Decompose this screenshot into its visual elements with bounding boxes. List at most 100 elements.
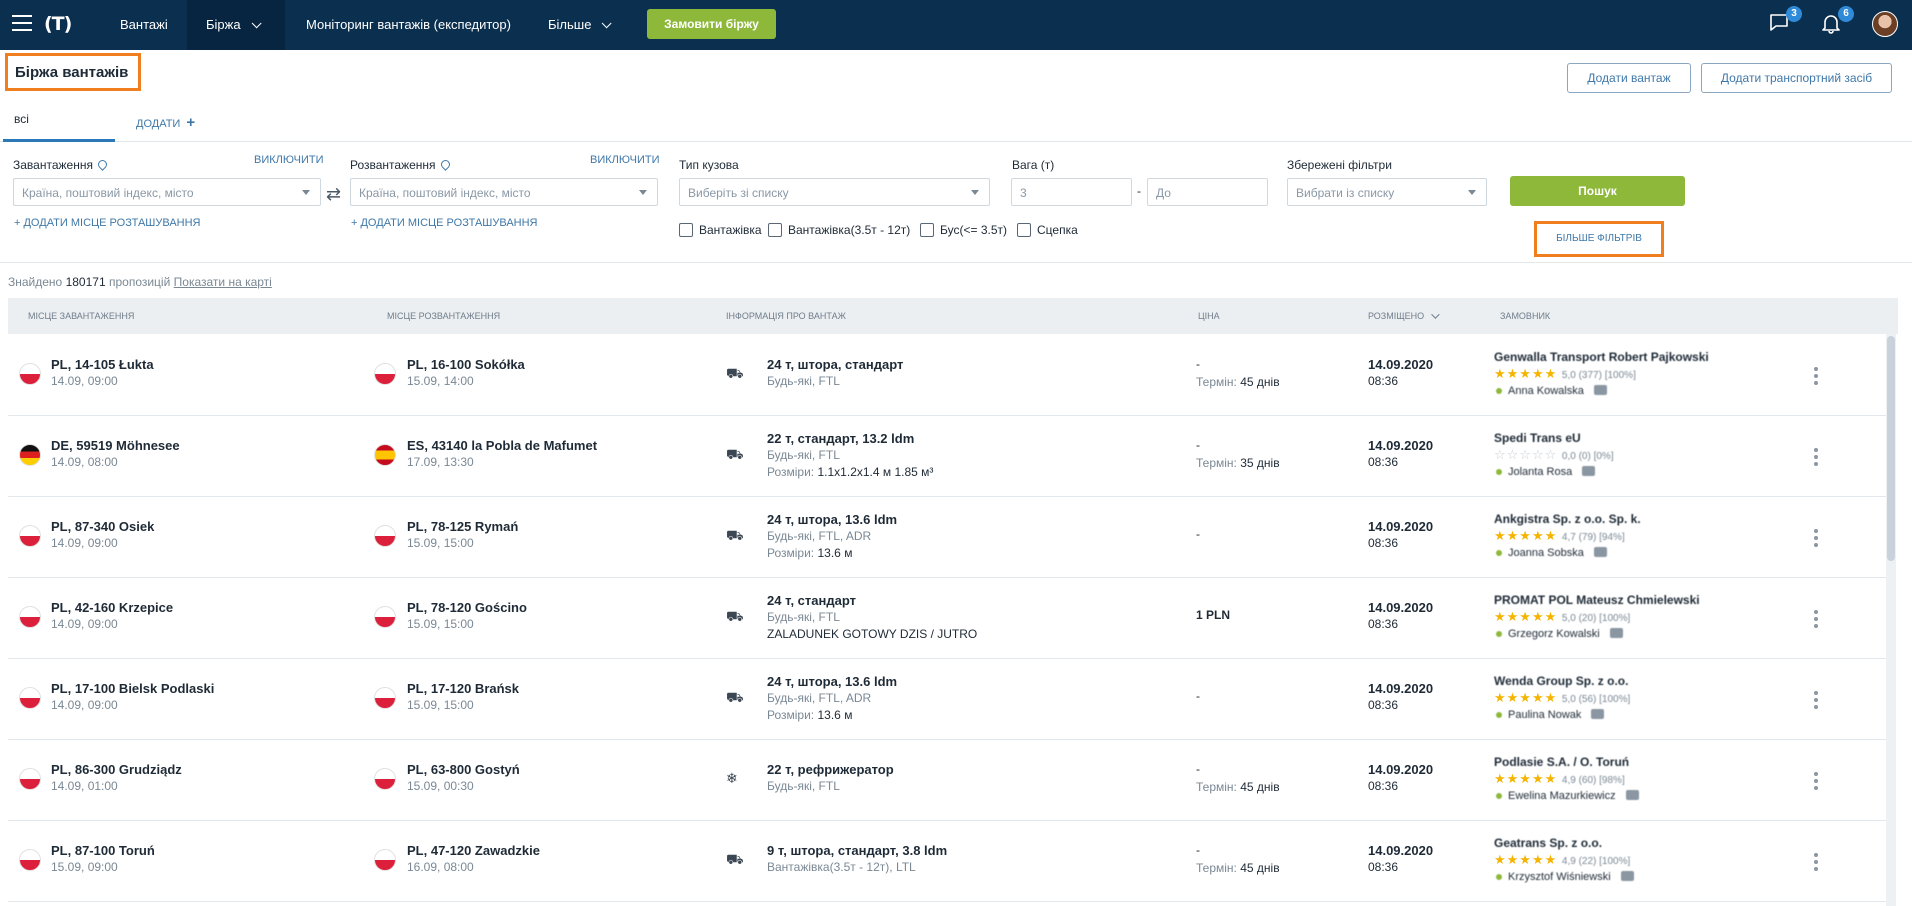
add-loading-location-link[interactable]: + ДОДАТИ МІСЦЕ РОЗТАШУВАННЯ [14, 217, 201, 229]
more-options-icon[interactable] [1814, 529, 1818, 550]
checkbox-box[interactable] [768, 223, 782, 237]
unloading-date: 15.09, 14:00 [407, 374, 474, 388]
column-posted[interactable]: РОЗМІЩЕНО [1368, 310, 1440, 321]
body-type-select[interactable]: Виберіть зі списку [679, 178, 990, 206]
contact-person[interactable]: Krzysztof Wiśniewski [1496, 871, 1634, 883]
contact-person[interactable]: Jolanta Rosa [1496, 466, 1596, 478]
checkbox-truck[interactable]: Вантажівка [679, 223, 762, 237]
more-options-icon[interactable] [1814, 691, 1818, 712]
contact-person[interactable]: Joanna Sobska [1496, 547, 1607, 559]
contact-person[interactable]: Anna Kowalska [1496, 385, 1607, 397]
chat-icon[interactable] [1593, 385, 1607, 395]
contact-person[interactable]: Paulina Nowak [1496, 709, 1605, 721]
checkbox-van[interactable]: Бус(<= 3.5т) [920, 223, 1007, 237]
unloading-place: ES, 43140 la Pobla de Mafumet [407, 438, 598, 453]
nav-item-monitoring[interactable]: Моніторинг вантажів (експедитор) [290, 0, 520, 50]
unloading-exclude-toggle[interactable]: ВИКЛЮЧИТИ [590, 154, 659, 166]
unloading-location-input[interactable]: Країна, поштовий індекс, місто [350, 178, 658, 206]
table-row[interactable]: PL, 17-100 Bielsk Podlaski 14.09, 09:00 … [8, 659, 1886, 740]
flag-icon [374, 444, 396, 466]
more-filters-button[interactable]: БІЛЬШЕ ФІЛЬТРІВ [1534, 221, 1664, 257]
tab-all[interactable]: всі [3, 100, 115, 142]
placeholder-text: 3 [1020, 186, 1027, 200]
table-row[interactable]: PL, 87-340 Osiek 14.09, 09:00 PL, 78-125… [8, 497, 1886, 578]
payment-term: Термін: 45 днів [1196, 375, 1280, 389]
order-exchange-button[interactable]: Замовити біржу [647, 9, 776, 39]
weight-to-input[interactable]: До [1147, 178, 1268, 206]
add-unloading-location-link[interactable]: + ДОДАТИ МІСЦЕ РОЗТАШУВАННЯ [351, 217, 538, 229]
checkbox-trailer[interactable]: Сцепка [1017, 223, 1078, 237]
more-options-icon[interactable] [1814, 772, 1818, 793]
nav-item-exchange[interactable]: Біржа [187, 0, 285, 50]
more-options-icon[interactable] [1814, 610, 1818, 631]
scrollbar-thumb[interactable] [1887, 336, 1895, 561]
chat-icon[interactable] [1593, 547, 1607, 557]
table-row[interactable]: PL, 87-100 Toruń 15.09, 09:00 PL, 47-120… [8, 821, 1886, 902]
swap-locations-icon[interactable]: ⇄ [326, 184, 341, 205]
snowflake-icon: ❄ [726, 770, 738, 786]
saved-filters-select[interactable]: Вибрати із списку [1287, 178, 1487, 206]
posted-time: 08:36 [1368, 779, 1399, 793]
flag-icon [374, 849, 396, 871]
column-loading[interactable]: МІСЦЕ ЗАВАНТАЖЕННЯ [28, 311, 134, 321]
flag-icon [374, 687, 396, 709]
chat-icon[interactable] [1591, 709, 1605, 719]
table-row[interactable]: PL, 42-160 Krzepice 14.09, 09:00 PL, 78-… [8, 578, 1886, 659]
posted-date: 14.09.2020 [1368, 438, 1434, 453]
messages-button[interactable]: 3 [1768, 6, 1802, 38]
loading-date: 14.09, 09:00 [51, 374, 118, 388]
customer-name[interactable]: Wenda Group Sp. z o.o. [1494, 674, 1628, 688]
checkbox-truck-medium[interactable]: Вантажівка(3.5т - 12т) [768, 223, 910, 237]
more-options-icon[interactable] [1814, 367, 1818, 388]
checkbox-box[interactable] [679, 223, 693, 237]
nav-item-cargo[interactable]: Вантажі [104, 0, 184, 50]
add-vehicle-button[interactable]: Додати транспортний засіб [1701, 63, 1892, 93]
posted-time: 08:36 [1368, 536, 1399, 550]
loading-exclude-toggle[interactable]: ВИКЛЮЧИТИ [254, 154, 323, 166]
chat-icon[interactable] [1620, 871, 1634, 881]
search-button[interactable]: Пошук [1510, 176, 1685, 206]
loading-location-input[interactable]: Країна, поштовий індекс, місто [13, 178, 321, 206]
more-options-icon[interactable] [1814, 448, 1818, 469]
customer-name[interactable]: Spedi Trans eU [1494, 431, 1581, 445]
truck-curtain-icon: ⛟ [726, 689, 744, 705]
nav-item-label: Більше [548, 17, 592, 32]
caret-down-icon [639, 190, 647, 195]
user-avatar[interactable] [1872, 11, 1898, 37]
chat-icon[interactable] [1609, 628, 1623, 638]
column-customer[interactable]: ЗАМОВНИК [1500, 311, 1550, 321]
loading-date: 14.09, 08:00 [51, 455, 118, 469]
checkbox-box[interactable] [1017, 223, 1031, 237]
column-cargo-info[interactable]: ІНФОРМАЦІЯ ПРО ВАНТАЖ [726, 311, 846, 321]
contact-person[interactable]: Grzegorz Kowalski [1496, 628, 1623, 640]
location-pin-icon [96, 158, 109, 171]
notifications-button[interactable]: 6 [1820, 6, 1854, 38]
cargo-extra: Розміри: 13.6 м [767, 708, 853, 722]
price-value: - [1196, 762, 1200, 776]
customer-name[interactable]: Geatrans Sp. z o.o. [1494, 836, 1602, 850]
table-row[interactable]: PL, 14-105 Łukta 14.09, 09:00 PL, 16-100… [8, 335, 1886, 416]
customer-name[interactable]: Ankgistra Sp. z o.o. Sp. k. [1494, 512, 1641, 526]
cargo-details: Будь-які, FTL [767, 610, 840, 624]
customer-name[interactable]: PROMAT POL Mateusz Chmielewski [1494, 593, 1700, 607]
weight-from-input[interactable]: 3 [1011, 178, 1132, 206]
table-row[interactable]: DE, 59519 Möhnesee 14.09, 08:00 ES, 4314… [8, 416, 1886, 497]
more-options-icon[interactable] [1814, 853, 1818, 874]
chat-icon[interactable] [1582, 466, 1596, 476]
add-cargo-button[interactable]: Додати вантаж [1567, 63, 1691, 93]
nav-item-more[interactable]: Більше [532, 0, 622, 50]
table-row[interactable]: PL, 86-300 Grudziądz 14.09, 01:00 PL, 63… [8, 740, 1886, 821]
tab-add[interactable]: ДОДАТИ + [136, 114, 195, 131]
customer-name[interactable]: Podlasie S.A. / O. Toruń [1494, 755, 1629, 769]
loading-place: PL, 42-160 Krzepice [51, 600, 174, 615]
customer-name[interactable]: Genwalla Transport Robert Pajkowski [1494, 350, 1709, 364]
menu-icon[interactable] [12, 15, 32, 31]
contact-person[interactable]: Ewelina Mazurkiewicz [1496, 790, 1639, 802]
logo[interactable]: (T) [44, 11, 84, 37]
column-unloading[interactable]: МІСЦЕ РОЗВАНТАЖЕННЯ [387, 311, 500, 321]
online-status-icon [1496, 631, 1502, 637]
show-on-map-link[interactable]: Показати на карті [174, 275, 272, 289]
column-price[interactable]: ЦІНА [1198, 311, 1220, 321]
checkbox-box[interactable] [920, 223, 934, 237]
chat-icon[interactable] [1625, 790, 1639, 800]
